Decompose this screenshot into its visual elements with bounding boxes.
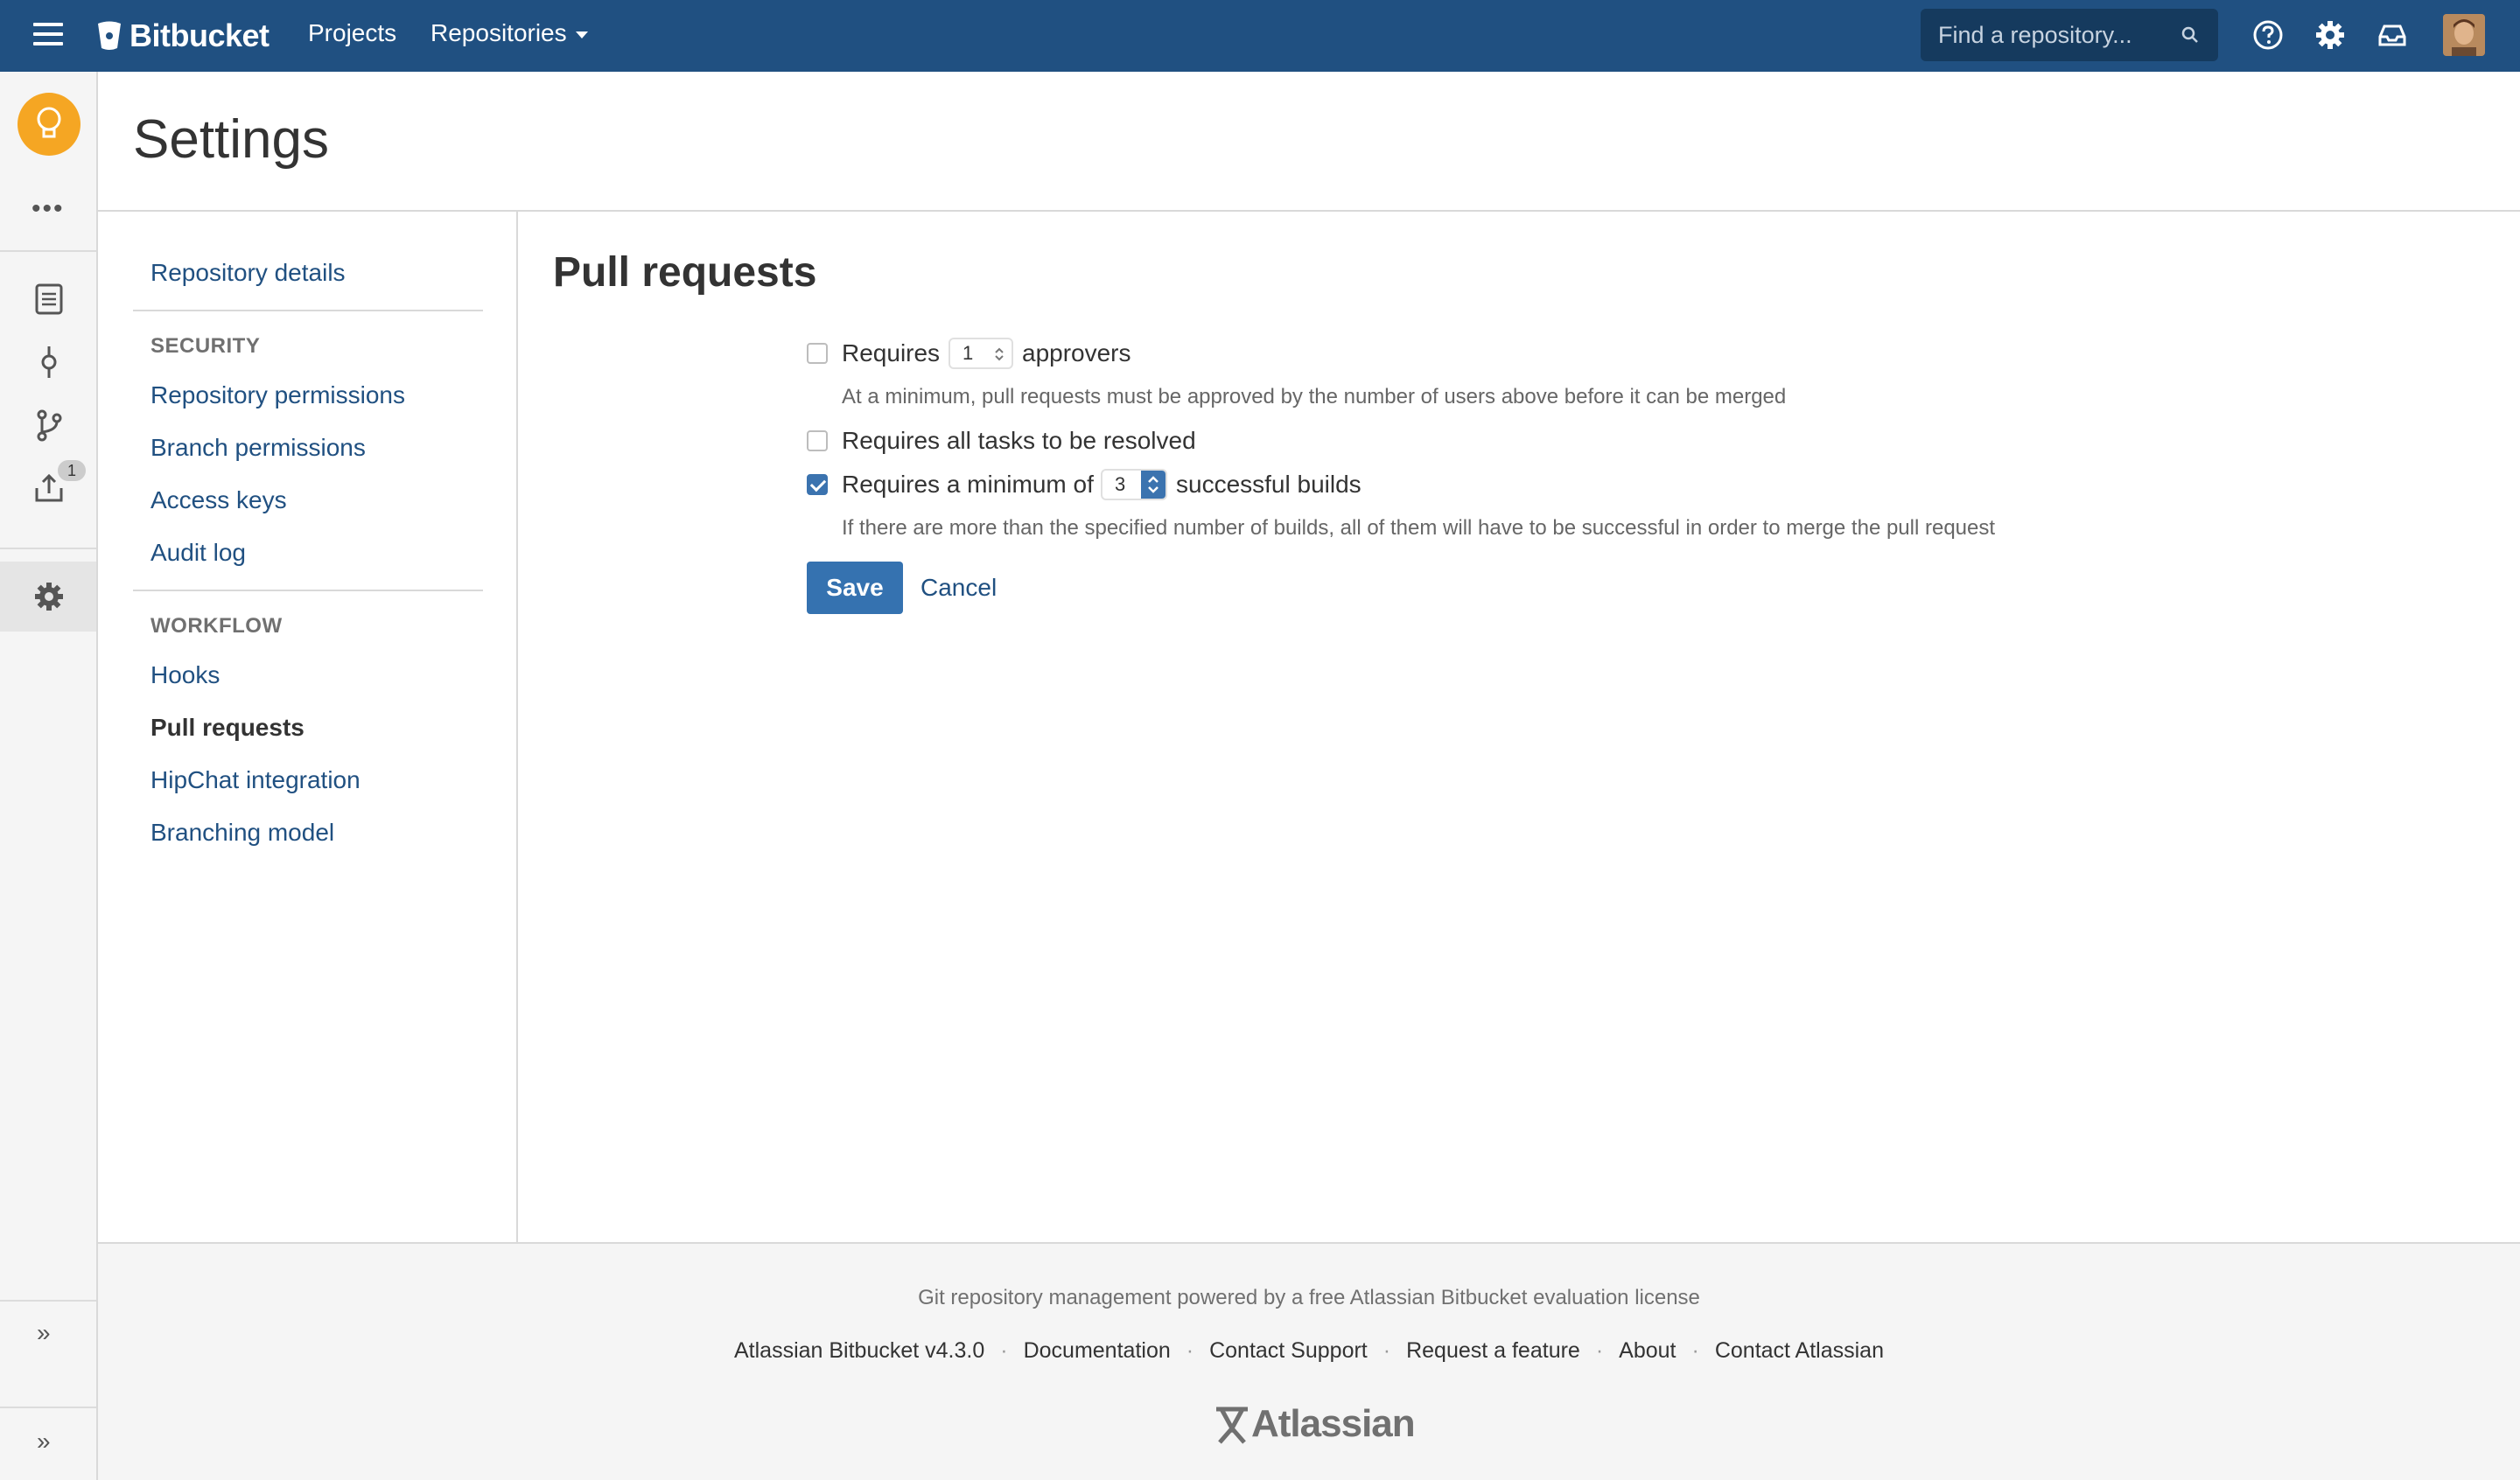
nav-repositories-label: Repositories — [430, 19, 567, 46]
chevron-down-icon — [575, 31, 588, 38]
stepper-arrows-icon — [995, 347, 1004, 361]
nav-projects[interactable]: Projects — [308, 19, 396, 47]
approvers-count-value: 1 — [962, 342, 974, 364]
approvers-help-text: At a minimum, pull requests must be appr… — [842, 385, 1787, 408]
bitbucket-logo[interactable]: Bitbucket — [96, 17, 270, 54]
footer-about-link[interactable]: About — [1619, 1338, 1676, 1363]
user-avatar-image — [2443, 14, 2485, 56]
nav-access-keys[interactable]: Access keys — [150, 486, 287, 514]
footer-contact-support-link[interactable]: Contact Support — [1209, 1338, 1368, 1363]
atlassian-wordmark: Atlassian — [1251, 1402, 1416, 1445]
footer: Git repository management powered by a f… — [98, 1242, 2520, 1480]
stepper-control — [1141, 471, 1166, 499]
builds-suffix: successful builds — [1176, 471, 1362, 498]
builds-checkbox[interactable] — [807, 474, 828, 495]
left-sidebar: ••• 1 » » — [0, 72, 98, 1480]
footer-separator: · — [1595, 1338, 1604, 1363]
nav-repository-details[interactable]: Repository details — [150, 259, 346, 287]
settings-gear-icon[interactable] — [32, 579, 66, 614]
save-button[interactable]: Save — [807, 562, 903, 614]
nav-audit-log[interactable]: Audit log — [150, 539, 246, 567]
pull-requests-count-badge: 1 — [58, 460, 86, 481]
footer-separator: · — [1382, 1338, 1391, 1363]
rail-divider — [0, 250, 96, 252]
rail-divider — [0, 548, 96, 549]
project-avatar[interactable] — [18, 93, 80, 156]
user-avatar[interactable] — [2443, 14, 2485, 56]
inbox-icon[interactable] — [2375, 17, 2410, 52]
tasks-checkbox[interactable] — [807, 430, 828, 451]
menu-icon[interactable] — [33, 23, 63, 49]
gear-icon[interactable] — [2313, 17, 2348, 52]
section-title: Pull requests — [553, 249, 817, 296]
search-icon[interactable] — [2180, 24, 2201, 45]
nav-repositories[interactable]: Repositories — [430, 19, 588, 47]
branches-icon[interactable] — [32, 408, 66, 443]
approvers-prefix: Requires — [842, 339, 941, 367]
approvers-suffix: approvers — [1022, 339, 1131, 367]
footer-separator: · — [1186, 1338, 1194, 1363]
license-text: Git repository management powered by a f… — [918, 1286, 1700, 1309]
lightbulb-icon — [37, 107, 61, 138]
footer-request-feature-link[interactable]: Request a feature — [1406, 1338, 1580, 1363]
nav-branching-model[interactable]: Branching model — [150, 819, 334, 847]
builds-prefix: Requires a minimum of — [842, 471, 1094, 498]
footer-links: Atlassian Bitbucket v4.3.0 · Documentation… — [98, 1338, 2520, 1364]
security-heading: SECURITY — [150, 334, 261, 358]
nav-pull-requests[interactable]: Pull requests — [150, 714, 304, 742]
footer-contact-atlassian-link[interactable]: Contact Atlassian — [1715, 1338, 1884, 1363]
atlassian-mark-icon — [1216, 1407, 1248, 1444]
cancel-link[interactable]: Cancel — [920, 574, 997, 602]
footer-documentation-link[interactable]: Documentation — [1024, 1338, 1171, 1363]
workflow-heading: WORKFLOW — [150, 614, 283, 638]
stepper-arrows-icon — [1148, 476, 1158, 493]
approvers-checkbox[interactable] — [807, 343, 828, 364]
nav-repository-permissions[interactable]: Repository permissions — [150, 381, 405, 409]
expand-sidebar-icon[interactable]: » — [37, 1428, 51, 1456]
more-actions-icon[interactable]: ••• — [32, 194, 65, 224]
builds-help-text: If there are more than the specified num… — [842, 516, 1996, 540]
footer-version-link[interactable]: Atlassian Bitbucket v4.3.0 — [734, 1338, 984, 1363]
commits-icon[interactable] — [32, 345, 66, 380]
nav-divider — [133, 310, 483, 311]
tasks-label: Requires all tasks to be resolved — [842, 427, 1196, 454]
top-navigation-bar: Bitbucket Projects Repositories — [0, 0, 2520, 72]
footer-separator: · — [1000, 1338, 1008, 1363]
expand-sidebar-icon[interactable]: » — [37, 1319, 51, 1347]
builds-count-value: 3 — [1115, 473, 1126, 495]
builds-count-stepper[interactable]: 3 — [1101, 469, 1167, 500]
nav-hooks[interactable]: Hooks — [150, 661, 220, 689]
atlassian-logo[interactable]: Atlassian — [1213, 1400, 1416, 1449]
source-icon[interactable] — [32, 282, 66, 317]
rail-divider — [0, 1300, 96, 1302]
settings-navigation: Repository details SECURITY Repository p… — [98, 212, 518, 1242]
help-icon[interactable] — [2250, 17, 2286, 52]
nav-hipchat-integration[interactable]: HipChat integration — [150, 766, 360, 794]
nav-branch-permissions[interactable]: Branch permissions — [150, 434, 366, 462]
page-title: Settings — [133, 109, 330, 170]
approvers-count-stepper[interactable]: 1 — [948, 338, 1013, 369]
bitbucket-bucket-icon — [98, 21, 121, 50]
search-input[interactable] — [1921, 21, 2166, 49]
rail-divider — [0, 1407, 96, 1408]
footer-separator: · — [1691, 1338, 1699, 1363]
nav-divider — [133, 590, 483, 591]
repository-search — [1921, 9, 2218, 61]
brand-name: Bitbucket — [130, 17, 270, 53]
